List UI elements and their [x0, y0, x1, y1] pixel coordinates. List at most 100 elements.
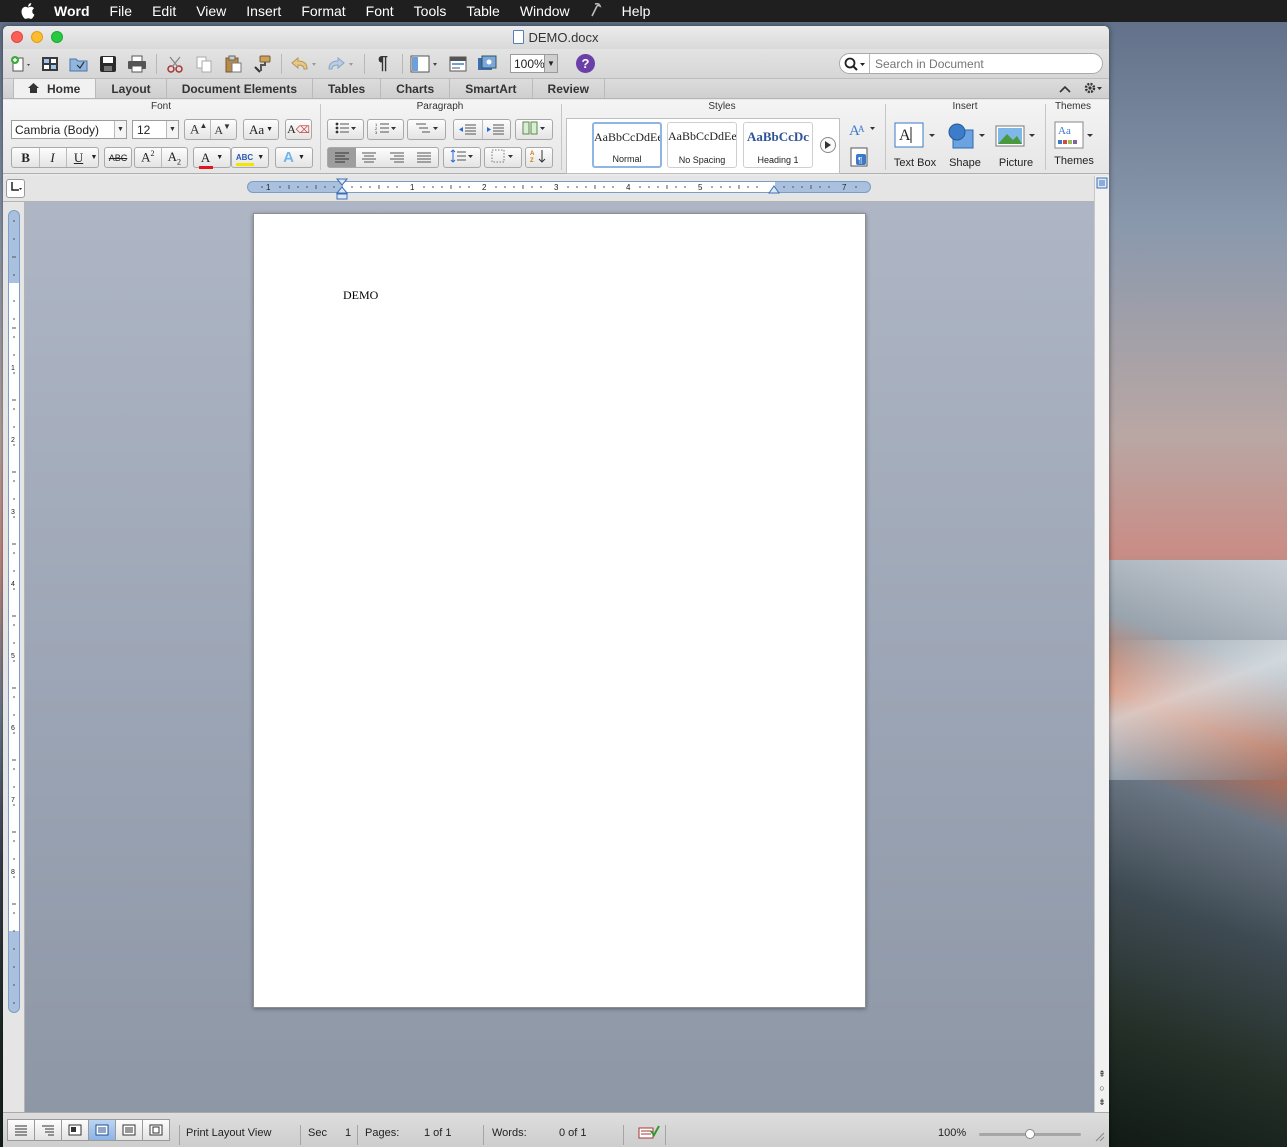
tab-tables[interactable]: Tables [313, 79, 382, 98]
style-normal[interactable]: AaBbCcDdEe Normal [592, 122, 662, 168]
tab-home[interactable]: Home [13, 79, 97, 98]
menu-view[interactable]: View [196, 3, 226, 19]
help-icon[interactable]: ? [576, 54, 595, 73]
search-field[interactable] [839, 53, 1103, 74]
styles-next-button[interactable] [820, 137, 836, 153]
script-menu-icon[interactable] [590, 2, 602, 20]
next-page-icon[interactable]: ⇟ [1096, 1096, 1108, 1108]
justify-icon[interactable] [411, 152, 439, 164]
font-name-select[interactable]: Cambria (Body) ▼ [11, 120, 127, 139]
increase-indent-icon[interactable] [483, 124, 511, 136]
underline-icon[interactable]: U [67, 150, 91, 166]
templates-gallery-icon[interactable] [39, 53, 61, 75]
print-icon[interactable] [126, 53, 148, 75]
right-indent-marker[interactable] [768, 184, 780, 194]
line-spacing-button[interactable] [443, 147, 481, 168]
menu-word[interactable]: Word [54, 3, 90, 19]
chevron-down-icon[interactable]: ▼ [114, 121, 126, 138]
sidebar-view-icon[interactable] [410, 53, 440, 75]
text-effects-button[interactable]: A ▼ [275, 147, 313, 168]
font-color-button[interactable]: A ▼ [193, 147, 231, 169]
style-no-spacing[interactable]: AaBbCcDdEe No Spacing [667, 122, 737, 168]
style-heading-1[interactable]: AaBbCcDc Heading 1 [743, 122, 813, 168]
document-page[interactable]: DEMO [253, 213, 866, 1008]
tab-smartart[interactable]: SmartArt [450, 79, 533, 98]
cut-icon[interactable] [164, 53, 186, 75]
print-layout-view-icon[interactable] [88, 1119, 116, 1141]
publishing-layout-view-icon[interactable] [61, 1119, 89, 1141]
format-painter-icon[interactable] [251, 53, 273, 75]
first-line-indent-marker[interactable] [336, 178, 348, 202]
draft-view-icon[interactable] [7, 1119, 35, 1141]
menu-insert[interactable]: Insert [246, 3, 281, 19]
collapse-ribbon-icon[interactable] [1059, 83, 1071, 97]
align-center-icon[interactable] [356, 152, 384, 164]
change-case-button[interactable]: Aa ▼ [243, 119, 279, 140]
menu-font[interactable]: Font [366, 3, 394, 19]
shape-button[interactable] [945, 120, 989, 152]
menu-window[interactable]: Window [520, 3, 570, 19]
chevron-down-icon[interactable]: ▼ [91, 154, 98, 161]
highlight-button[interactable]: ABC ▼ [231, 147, 269, 168]
resize-grip-icon[interactable] [1095, 1132, 1105, 1145]
menu-help[interactable]: Help [622, 3, 651, 19]
bullets-button[interactable] [327, 119, 364, 140]
shrink-font-icon[interactable]: A▼ [214, 122, 231, 138]
new-document-icon[interactable] [10, 53, 32, 75]
apple-menu-icon[interactable] [20, 3, 36, 19]
tab-stop-selector[interactable] [6, 179, 25, 198]
tab-charts[interactable]: Charts [381, 79, 451, 98]
undo-icon[interactable] [289, 53, 319, 75]
tab-document-elements[interactable]: Document Elements [167, 79, 314, 98]
open-folder-icon[interactable] [68, 53, 90, 75]
notebook-layout-view-icon[interactable] [115, 1119, 143, 1141]
ribbon-settings-gear-icon[interactable] [1083, 81, 1103, 98]
decrease-indent-icon[interactable] [454, 124, 482, 136]
vertical-ruler[interactable]: 1 2 3 4 5 6 7 8 [8, 210, 20, 1013]
zoom-select[interactable]: 100% ▼ [510, 54, 558, 73]
chevron-down-icon[interactable]: ▼ [166, 121, 178, 138]
picture-button[interactable] [993, 120, 1039, 152]
document-body-text[interactable]: DEMO [343, 288, 378, 303]
focus-view-icon[interactable] [142, 1119, 170, 1141]
media-browser-icon[interactable] [476, 53, 498, 75]
font-size-select[interactable]: 12 ▼ [132, 120, 179, 139]
search-icon[interactable] [840, 54, 870, 73]
paste-icon[interactable] [222, 53, 244, 75]
grow-shrink-font-buttons[interactable]: A▲ A▼ [184, 119, 237, 140]
toolbox-icon[interactable] [447, 53, 469, 75]
save-icon[interactable] [97, 53, 119, 75]
numbering-button[interactable]: 123 [367, 119, 404, 140]
tab-review[interactable]: Review [533, 79, 605, 98]
chevron-down-icon[interactable]: ▼ [544, 55, 557, 72]
manage-styles-button[interactable]: AA [848, 119, 878, 141]
menu-tools[interactable]: Tools [414, 3, 447, 19]
outline-view-icon[interactable] [34, 1119, 62, 1141]
align-left-icon[interactable] [328, 148, 356, 167]
superscript-icon[interactable]: A2 [135, 149, 161, 165]
sort-button[interactable]: AZ [525, 147, 553, 168]
text-box-button[interactable]: A [893, 120, 939, 152]
menu-file[interactable]: File [110, 3, 133, 19]
themes-button[interactable]: Aa [1052, 120, 1098, 152]
styles-pane-button[interactable]: ¶ [850, 147, 872, 169]
zoom-slider[interactable] [979, 1129, 1081, 1139]
copy-icon[interactable] [193, 53, 215, 75]
search-input[interactable] [875, 56, 1085, 71]
previous-page-icon[interactable]: ⇞ [1096, 1068, 1108, 1080]
tab-layout[interactable]: Layout [96, 79, 167, 98]
view-options-icon[interactable] [1096, 177, 1108, 189]
proofing-book-icon[interactable] [638, 1125, 660, 1142]
show-formatting-pilcrow-icon[interactable]: ¶ [372, 53, 394, 75]
menu-table[interactable]: Table [466, 3, 499, 19]
menu-format[interactable]: Format [301, 3, 345, 19]
borders-button[interactable] [484, 147, 522, 168]
zoom-slider-knob[interactable] [1025, 1129, 1035, 1139]
bold-icon[interactable]: B [13, 150, 39, 166]
browse-object-icon[interactable]: ○ [1096, 1082, 1108, 1094]
strikethrough-button[interactable]: ABC [104, 147, 132, 168]
clear-formatting-button[interactable]: A⌫ [285, 119, 312, 140]
redo-icon[interactable] [326, 53, 356, 75]
italic-icon[interactable]: I [40, 150, 66, 166]
align-right-icon[interactable] [383, 152, 411, 164]
